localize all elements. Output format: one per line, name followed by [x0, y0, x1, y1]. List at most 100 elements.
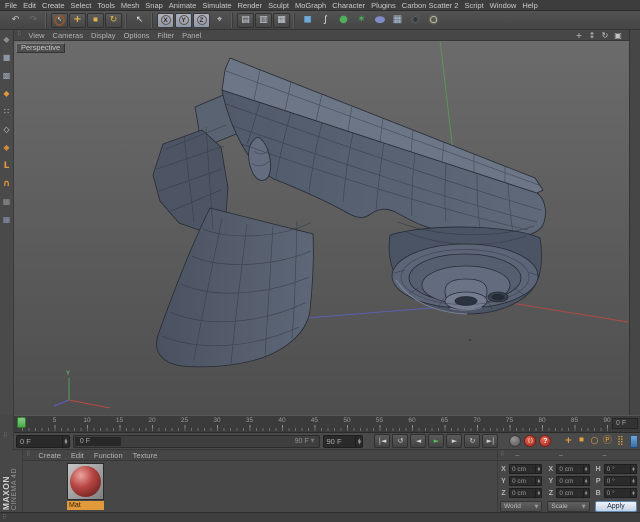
- menu-item-mesh[interactable]: Mesh: [118, 0, 142, 11]
- generator-button[interactable]: ✶: [353, 13, 370, 28]
- menu-item-character[interactable]: Character: [329, 0, 368, 11]
- range-end-handle[interactable]: 90 F ▼: [295, 437, 315, 446]
- menu-item-render[interactable]: Render: [235, 0, 266, 11]
- material-menu-texture[interactable]: Texture: [128, 450, 163, 461]
- coord-header-rotation[interactable]: –: [594, 450, 638, 461]
- menu-item-help[interactable]: Help: [519, 0, 540, 11]
- viewport-menu-cameras[interactable]: Cameras: [49, 30, 87, 41]
- render-region-button[interactable]: ▥: [255, 12, 272, 28]
- menu-item-plugins[interactable]: Plugins: [368, 0, 399, 11]
- menu-item-animate[interactable]: Animate: [166, 0, 200, 11]
- spline-pen-button[interactable]: ∫: [317, 13, 334, 28]
- menu-item-file[interactable]: File: [2, 0, 20, 11]
- lock-x-axis-button[interactable]: X: [157, 12, 174, 28]
- deformer-button[interactable]: ●: [371, 13, 388, 28]
- undo-button[interactable]: ↶: [7, 13, 24, 28]
- drag-handle-icon[interactable]: ⠿: [17, 32, 21, 38]
- spinner-arrows-icon[interactable]: ▲ ▼: [582, 465, 589, 473]
- coord-field-size-x[interactable]: 0 cm ▲ ▼: [556, 464, 590, 474]
- key-pla-button[interactable]: ⣿: [614, 436, 626, 446]
- subdivision-surface-button[interactable]: ●: [335, 13, 352, 28]
- model-mode-button[interactable]: ■: [0, 51, 13, 65]
- key-parameter-button[interactable]: Ⓟ: [601, 436, 613, 446]
- spinner-arrows-icon[interactable]: ▲ ▼: [582, 477, 589, 485]
- menu-item-tools[interactable]: Tools: [94, 0, 118, 11]
- record-objects-button[interactable]: [509, 435, 522, 447]
- redo-button[interactable]: ↷: [25, 13, 42, 28]
- pan-icon[interactable]: +: [574, 31, 584, 40]
- workplane-grid-button[interactable]: ▦: [0, 195, 13, 209]
- material-menu-function[interactable]: Function: [89, 450, 128, 461]
- coord-select-scale[interactable]: Scale ▼: [547, 501, 590, 512]
- texture-mode-button[interactable]: ▩: [0, 69, 13, 83]
- coordinate-system-button[interactable]: ⌖: [211, 13, 228, 28]
- spinner-arrows-icon[interactable]: ▲ ▼: [582, 489, 589, 497]
- spinner-arrows-icon[interactable]: ▲ ▼: [629, 465, 636, 473]
- material-name-label[interactable]: Mat: [67, 501, 104, 510]
- viewport-menu-view[interactable]: View: [24, 30, 48, 41]
- rotate-button[interactable]: ↻: [105, 12, 122, 28]
- spinner-arrows-icon[interactable]: ▲ ▼: [629, 489, 636, 497]
- coord-header-size[interactable]: –: [551, 450, 595, 461]
- spinner-arrows-icon[interactable]: ▲ ▼: [535, 477, 541, 485]
- material-menu-edit[interactable]: Edit: [66, 450, 89, 461]
- workplane-mode-button[interactable]: ◆: [0, 87, 13, 101]
- spinner-arrows-icon[interactable]: ▲ ▼: [355, 435, 362, 447]
- autokeying-button[interactable]: ?: [539, 435, 552, 447]
- material-thumbnail[interactable]: [67, 463, 104, 500]
- apply-button[interactable]: Apply: [594, 501, 637, 512]
- menu-item-select[interactable]: Select: [68, 0, 95, 11]
- menu-item-script[interactable]: Script: [461, 0, 486, 11]
- orbit-icon[interactable]: ↻: [600, 31, 610, 40]
- lock-z-axis-button[interactable]: Z: [193, 12, 210, 28]
- view-label[interactable]: Perspective: [16, 43, 66, 53]
- spinner-arrows-icon[interactable]: ▲ ▼: [535, 465, 541, 473]
- record-keyframe-button[interactable]: ( ): [524, 435, 537, 447]
- goto-end-button[interactable]: ►|: [482, 434, 499, 448]
- last-tool-button[interactable]: ↖: [131, 13, 148, 28]
- coord-select-world[interactable]: World ▼: [500, 501, 543, 512]
- coord-field-rotation-b[interactable]: 0 ° ▲ ▼: [603, 488, 637, 498]
- key-position-button[interactable]: +: [562, 436, 574, 446]
- drag-handle-icon[interactable]: ⠿: [2, 515, 6, 521]
- current-frame-field[interactable]: 0 F ▲ ▼: [16, 434, 70, 448]
- viewport-menu-filter[interactable]: Filter: [153, 30, 178, 41]
- viewport-menu-display[interactable]: Display: [87, 30, 120, 41]
- end-frame-field[interactable]: 90 F ▲ ▼: [322, 434, 364, 448]
- render-view-button[interactable]: ▤: [237, 12, 254, 28]
- toggle-view-icon[interactable]: ▣: [613, 31, 623, 40]
- viewport-menu-options[interactable]: Options: [120, 30, 154, 41]
- menu-item-window[interactable]: Window: [487, 0, 520, 11]
- coord-header-position[interactable]: –: [507, 450, 551, 461]
- key-rotation-button[interactable]: ○: [588, 436, 600, 446]
- floor-button[interactable]: ▦: [389, 13, 406, 28]
- preview-range-slider[interactable]: 0 F 90 F ▼: [72, 434, 320, 448]
- scale-button[interactable]: ◼: [87, 12, 104, 28]
- coord-field-position-y[interactable]: 0 cm ▲ ▼: [509, 476, 543, 486]
- zoom-icon[interactable]: ↕: [587, 31, 597, 40]
- viewport-menu-panel[interactable]: Panel: [178, 30, 205, 41]
- material-menu-create[interactable]: Create: [33, 450, 66, 461]
- range-start-handle[interactable]: 0 F: [74, 436, 121, 446]
- coord-field-rotation-h[interactable]: 0 ° ▲ ▼: [603, 464, 637, 474]
- add-cube-button[interactable]: ◼: [299, 13, 316, 28]
- live-selection-button[interactable]: ↖: [51, 12, 68, 28]
- camera-button[interactable]: ◉: [407, 13, 424, 28]
- polygons-mode-button[interactable]: ◆: [0, 141, 13, 155]
- drag-handle-icon[interactable]: ⠿: [500, 452, 504, 458]
- timeline-ruler[interactable]: 0 F 0 5 10 15 20 25 30 35 40 45 50 55 60 65 70 75 80 85 90: [14, 415, 640, 433]
- workplane-locked-button[interactable]: ▦: [0, 213, 13, 227]
- previous-frame-button[interactable]: ◄: [410, 434, 427, 448]
- spinner-arrows-icon[interactable]: ▲ ▼: [61, 435, 69, 447]
- menu-item-snap[interactable]: Snap: [142, 0, 166, 11]
- coord-field-size-y[interactable]: 0 cm ▲ ▼: [556, 476, 590, 486]
- menu-item-carbon-scatter-2[interactable]: Carbon Scatter 2: [399, 0, 462, 11]
- enable-axis-button[interactable]: L: [0, 159, 13, 173]
- menu-item-mograph[interactable]: MoGraph: [292, 0, 329, 11]
- key-scale-button[interactable]: ◼: [575, 436, 587, 446]
- render-settings-button[interactable]: ▦: [273, 12, 290, 28]
- lock-y-axis-button[interactable]: Y: [175, 12, 192, 28]
- move-button[interactable]: +: [69, 12, 86, 28]
- drag-handle-icon[interactable]: ⠿: [26, 452, 30, 458]
- next-key-button[interactable]: ↻: [464, 434, 481, 448]
